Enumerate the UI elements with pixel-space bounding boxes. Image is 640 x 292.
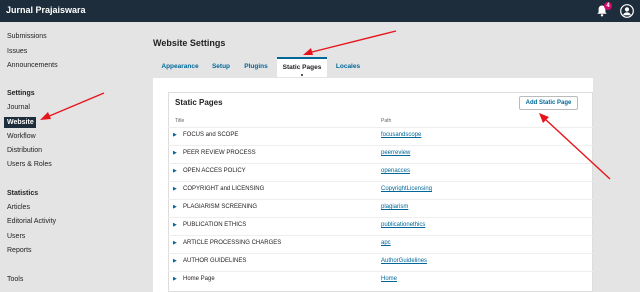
row-title: PUBLICATION ETHICS	[183, 222, 247, 228]
row-path-link[interactable]: peerreview	[381, 150, 410, 156]
sidebar-item-submissions[interactable]: Submissions	[7, 33, 47, 40]
expand-arrow-icon[interactable]: ▶	[173, 168, 177, 174]
sidebar-heading-statistics: Statistics	[7, 190, 39, 197]
tab-plugins[interactable]: Plugins	[240, 57, 272, 77]
row-path-link[interactable]: plagiarism	[381, 204, 408, 210]
row-path-link[interactable]: Home	[381, 276, 397, 282]
column-header-path: Path	[381, 118, 392, 124]
annotation-arrow-static-pages	[303, 30, 397, 55]
sidebar-item-workflow[interactable]: Workflow	[7, 133, 36, 140]
sidebar-item-distribution[interactable]: Distribution	[7, 147, 42, 154]
sidebar-item-announcements[interactable]: Announcements	[7, 62, 58, 69]
row-path-link[interactable]: apc	[381, 240, 391, 246]
expand-arrow-icon[interactable]: ▶	[173, 150, 177, 156]
expand-arrow-icon[interactable]: ▶	[173, 240, 177, 246]
row-path-link[interactable]: CopyrightLicensing	[381, 186, 432, 192]
sidebar-heading-settings: Settings	[7, 90, 35, 97]
sidebar-item-issues[interactable]: Issues	[7, 48, 27, 55]
row-title: PLAGIARISM SCREENING	[183, 204, 258, 210]
expand-arrow-icon[interactable]: ▶	[173, 204, 177, 210]
sidebar-item-articles[interactable]: Articles	[7, 204, 30, 211]
tab-static-pages[interactable]: Static Pages	[277, 57, 327, 77]
expand-arrow-icon[interactable]: ▶	[173, 276, 177, 282]
expand-arrow-icon[interactable]: ▶	[173, 258, 177, 264]
column-header-title: Title	[175, 118, 185, 124]
notification-badge: 4	[604, 2, 612, 10]
add-static-page-button[interactable]: Add Static Page	[519, 96, 578, 110]
expand-arrow-icon[interactable]: ▶	[173, 186, 177, 192]
tab-appearance[interactable]: Appearance	[153, 57, 207, 77]
row-path-link[interactable]: openacces	[381, 168, 410, 174]
site-title[interactable]: Jurnal Prajaiswara	[6, 5, 86, 15]
sidebar-item-tools[interactable]: Tools	[7, 276, 23, 283]
sidebar-item-journal[interactable]: Journal	[7, 104, 30, 111]
row-title: AUTHOR GUIDELINES	[183, 258, 247, 264]
page-title: Website Settings	[153, 38, 226, 48]
row-title: COPYRIGHT and LICENSING	[183, 186, 265, 192]
sidebar-item-website[interactable]: Website	[4, 117, 36, 128]
user-avatar-icon[interactable]	[620, 4, 634, 18]
sidebar-item-reports[interactable]: Reports	[7, 247, 32, 254]
row-title: OPEN ACCES POLICY	[183, 168, 246, 174]
row-title: Home Page	[183, 276, 215, 282]
row-title: ARTICLE PROCESSING CHARGES	[183, 240, 282, 246]
sidebar-item-users-roles[interactable]: Users & Roles	[7, 161, 52, 168]
row-path-link[interactable]: publicationethics	[381, 222, 425, 228]
tab-locales[interactable]: Locales	[331, 57, 365, 77]
expand-arrow-icon[interactable]: ▶	[173, 222, 177, 228]
sidebar-item-editorial-activity[interactable]: Editorial Activity	[7, 218, 56, 225]
static-pages-heading: Static Pages	[175, 98, 223, 107]
row-path-link[interactable]: AuthorGuidelines	[381, 258, 427, 264]
expand-arrow-icon[interactable]: ▶	[173, 132, 177, 138]
row-title: FOCUS and SCOPE	[183, 132, 239, 138]
top-bar: Jurnal Prajaiswara	[0, 0, 640, 22]
row-title: PEER REVIEW PROCESS	[183, 150, 256, 156]
sidebar-item-users[interactable]: Users	[7, 233, 25, 240]
tab-setup[interactable]: Setup	[207, 57, 235, 77]
row-path-link[interactable]: focusandscope	[381, 132, 421, 138]
